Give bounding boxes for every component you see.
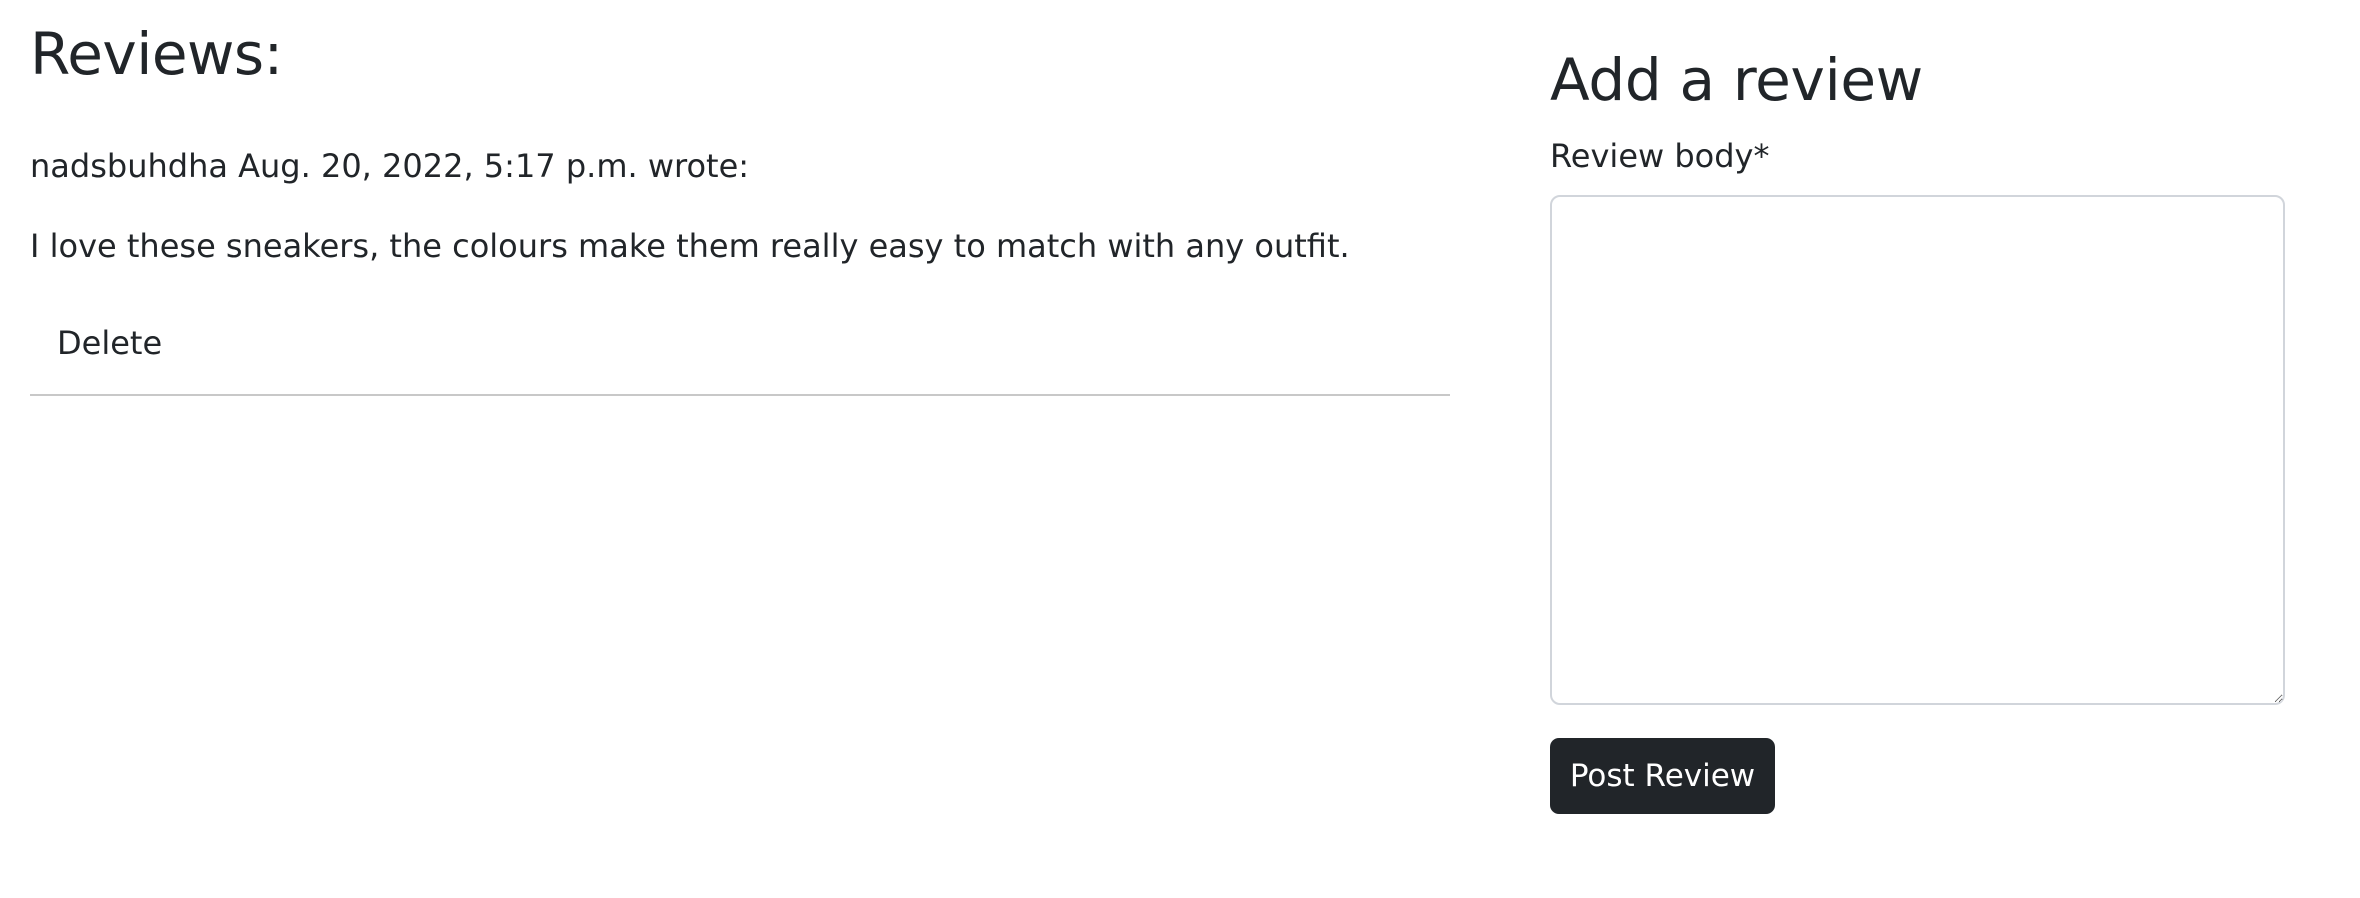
review-divider xyxy=(30,394,1450,396)
add-review-section: Add a review Review body* Post Review xyxy=(1550,40,2285,814)
reviews-heading: Reviews: xyxy=(30,20,283,88)
review-body: I love these sneakers, the colours make … xyxy=(30,227,1350,265)
delete-review-link[interactable]: Delete xyxy=(57,322,162,364)
review-body-textarea[interactable] xyxy=(1550,195,2285,705)
add-review-heading: Add a review xyxy=(1550,46,1923,114)
post-review-button[interactable]: Post Review xyxy=(1550,738,1775,814)
reviews-section: Reviews: xyxy=(30,20,1480,90)
review-meta: nadsbuhdha Aug. 20, 2022, 5:17 p.m. wrot… xyxy=(30,147,750,185)
review-body-label: Review body* xyxy=(1550,137,1770,175)
